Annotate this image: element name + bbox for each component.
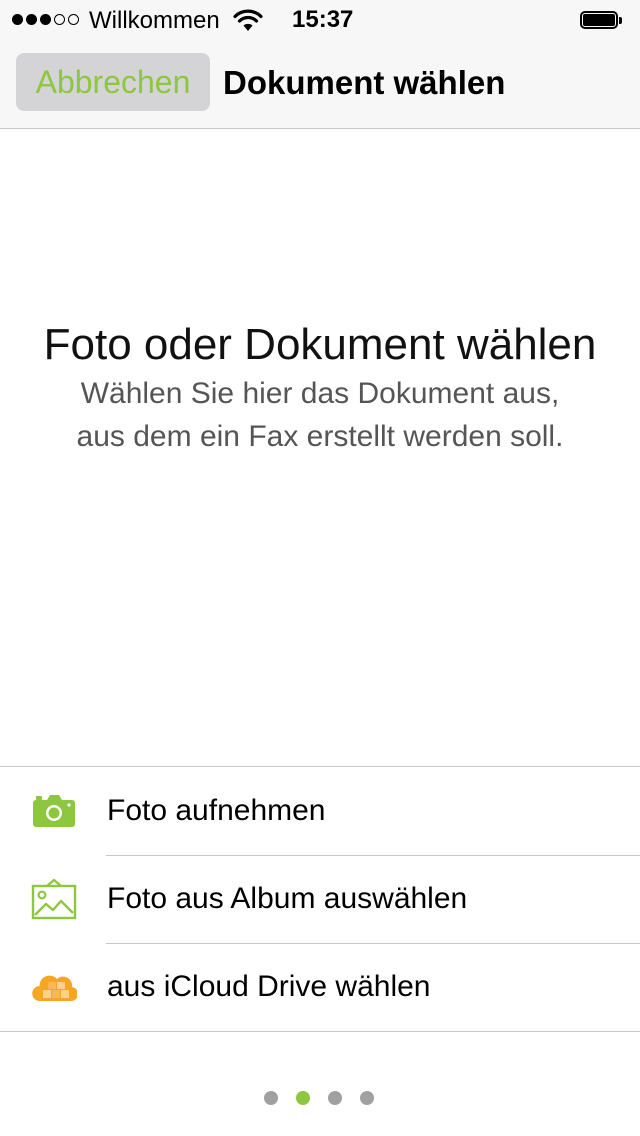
page-dot[interactable] — [264, 1091, 278, 1105]
status-bar: Willkommen 15:37 — [0, 0, 640, 40]
signal-dot — [40, 14, 51, 25]
page-indicator[interactable] — [264, 1091, 374, 1105]
signal-dot — [12, 14, 23, 25]
icloud-drive-icon — [31, 965, 79, 1009]
page-dot-active[interactable] — [296, 1091, 310, 1105]
empty-state-subtitle-line2: aus dem ein Fax erstellt werden soll. — [76, 420, 564, 453]
signal-dot — [26, 14, 37, 25]
option-photo-album[interactable]: Foto aus Album auswählen — [0, 855, 640, 943]
option-label: Foto aufnehmen — [107, 794, 326, 827]
empty-state-subtitle-line1: Wählen Sie hier das Dokument aus, — [80, 377, 560, 410]
option-take-photo[interactable]: Foto aufnehmen — [0, 767, 640, 855]
wifi-icon — [233, 9, 263, 38]
page-dot[interactable] — [328, 1091, 342, 1105]
empty-state-title: Foto oder Dokument wählen — [43, 320, 597, 369]
battery-icon — [580, 11, 624, 31]
navigation-bar: Abbrechen Dokument wählen — [0, 40, 640, 129]
option-label: Foto aus Album auswählen — [107, 882, 468, 915]
page-title: Dokument wählen — [223, 64, 506, 101]
signal-dot — [68, 14, 79, 25]
signal-strength-icon — [12, 14, 79, 25]
photo-album-icon — [31, 877, 77, 921]
carrier-name: Willkommen — [89, 7, 220, 34]
option-label: aus iCloud Drive wählen — [107, 970, 431, 1003]
status-time: 15:37 — [292, 6, 354, 33]
option-icloud-drive[interactable]: aus iCloud Drive wählen — [0, 943, 640, 1031]
empty-state: Foto oder Dokument wählen Wählen Sie hie… — [0, 318, 640, 458]
source-options-list: Foto aufnehmen Foto aus Album auswählen … — [0, 766, 640, 1032]
camera-icon — [31, 789, 77, 833]
cancel-button[interactable]: Abbrechen — [16, 53, 210, 111]
page-dot[interactable] — [360, 1091, 374, 1105]
signal-dot — [54, 14, 65, 25]
